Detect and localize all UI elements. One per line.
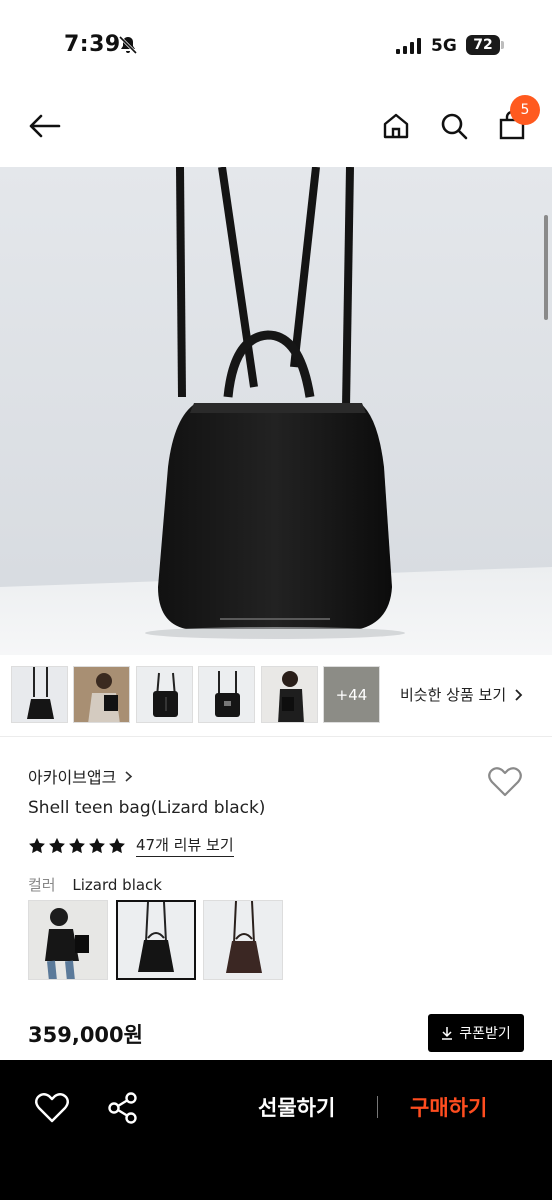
divider: [0, 736, 552, 737]
network-type: 5G: [431, 36, 457, 56]
heart-icon[interactable]: [32, 1088, 72, 1128]
back-arrow-icon: [29, 114, 61, 138]
color-label: 컬러: [28, 876, 56, 894]
status-bar: 7:39 5G 72: [0, 0, 552, 90]
home-icon: [383, 113, 409, 139]
price: 359,000원: [28, 1023, 143, 1047]
color-swatch-lizard-black[interactable]: [116, 900, 196, 980]
product-main-image[interactable]: [0, 167, 552, 655]
buy-button[interactable]: 구매하기: [410, 1092, 487, 1122]
color-swatch-model[interactable]: [28, 900, 108, 980]
product-name: Shell teen bag(Lizard black): [28, 798, 266, 818]
home-button[interactable]: [376, 106, 416, 146]
similar-products-label: 비슷한 상품 보기: [400, 686, 507, 704]
star-icon: [29, 837, 45, 853]
color-swatch-brown[interactable]: [203, 900, 283, 980]
swatch-black-bag-image: [138, 902, 174, 972]
signal-icon: [396, 38, 421, 54]
battery-tip: [501, 41, 504, 49]
thumbnail-model-image: [278, 671, 304, 722]
thumbnail-bag-image: [215, 671, 240, 717]
coupon-label: 쿠폰받기: [459, 1026, 511, 1042]
bag-photo: [0, 167, 552, 655]
bottom-action-bar: 선물하기 구매하기: [0, 1060, 552, 1200]
more-count: +44: [335, 685, 368, 704]
star-icon: [89, 837, 105, 853]
star-icon: [49, 837, 65, 853]
separator: [377, 1096, 378, 1118]
color-row: 컬러 Lizard black: [28, 874, 162, 895]
thumbnail-1[interactable]: [11, 666, 68, 723]
share-icon[interactable]: [103, 1088, 143, 1128]
cart-count-badge: 5: [510, 95, 540, 125]
back-button[interactable]: [24, 106, 64, 146]
chevron-right-icon: [125, 770, 133, 782]
top-nav: [0, 90, 552, 166]
similar-products-link[interactable]: 비슷한 상품 보기: [400, 684, 524, 705]
battery-icon: 72: [466, 35, 500, 55]
brand-link[interactable]: 아카이브앱크: [28, 764, 133, 788]
thumbnail-5[interactable]: [261, 666, 318, 723]
wishlist-heart-icon[interactable]: [486, 763, 524, 799]
thumbnail-model-image: [74, 667, 129, 722]
search-icon: [441, 113, 468, 140]
review-link[interactable]: 47개 리뷰 보기: [136, 834, 234, 857]
status-time: 7:39: [64, 32, 121, 57]
download-icon: [442, 1027, 453, 1040]
chevron-right-icon: [515, 688, 523, 701]
muted-bell-icon: [118, 35, 138, 55]
swatch-model-image: [45, 908, 89, 979]
scrollbar[interactable]: [544, 215, 548, 320]
brand-name: 아카이브앱크: [28, 768, 117, 787]
thumbnail-2[interactable]: [73, 666, 130, 723]
thumbnail-bag-image: [27, 667, 54, 719]
rating-row: 47개 리뷰 보기: [28, 834, 234, 857]
search-button[interactable]: [434, 106, 474, 146]
color-value: Lizard black: [72, 876, 162, 894]
star-icon: [69, 837, 85, 853]
swatch-brown-bag-image: [226, 901, 262, 973]
coupon-button[interactable]: 쿠폰받기: [428, 1014, 524, 1052]
star-icon: [109, 837, 125, 853]
thumbnail-bag-image: [153, 672, 178, 717]
thumbnail-3[interactable]: [136, 666, 193, 723]
thumbnail-more[interactable]: +44: [323, 666, 380, 723]
thumbnail-4[interactable]: [198, 666, 255, 723]
gift-button[interactable]: 선물하기: [258, 1092, 335, 1122]
